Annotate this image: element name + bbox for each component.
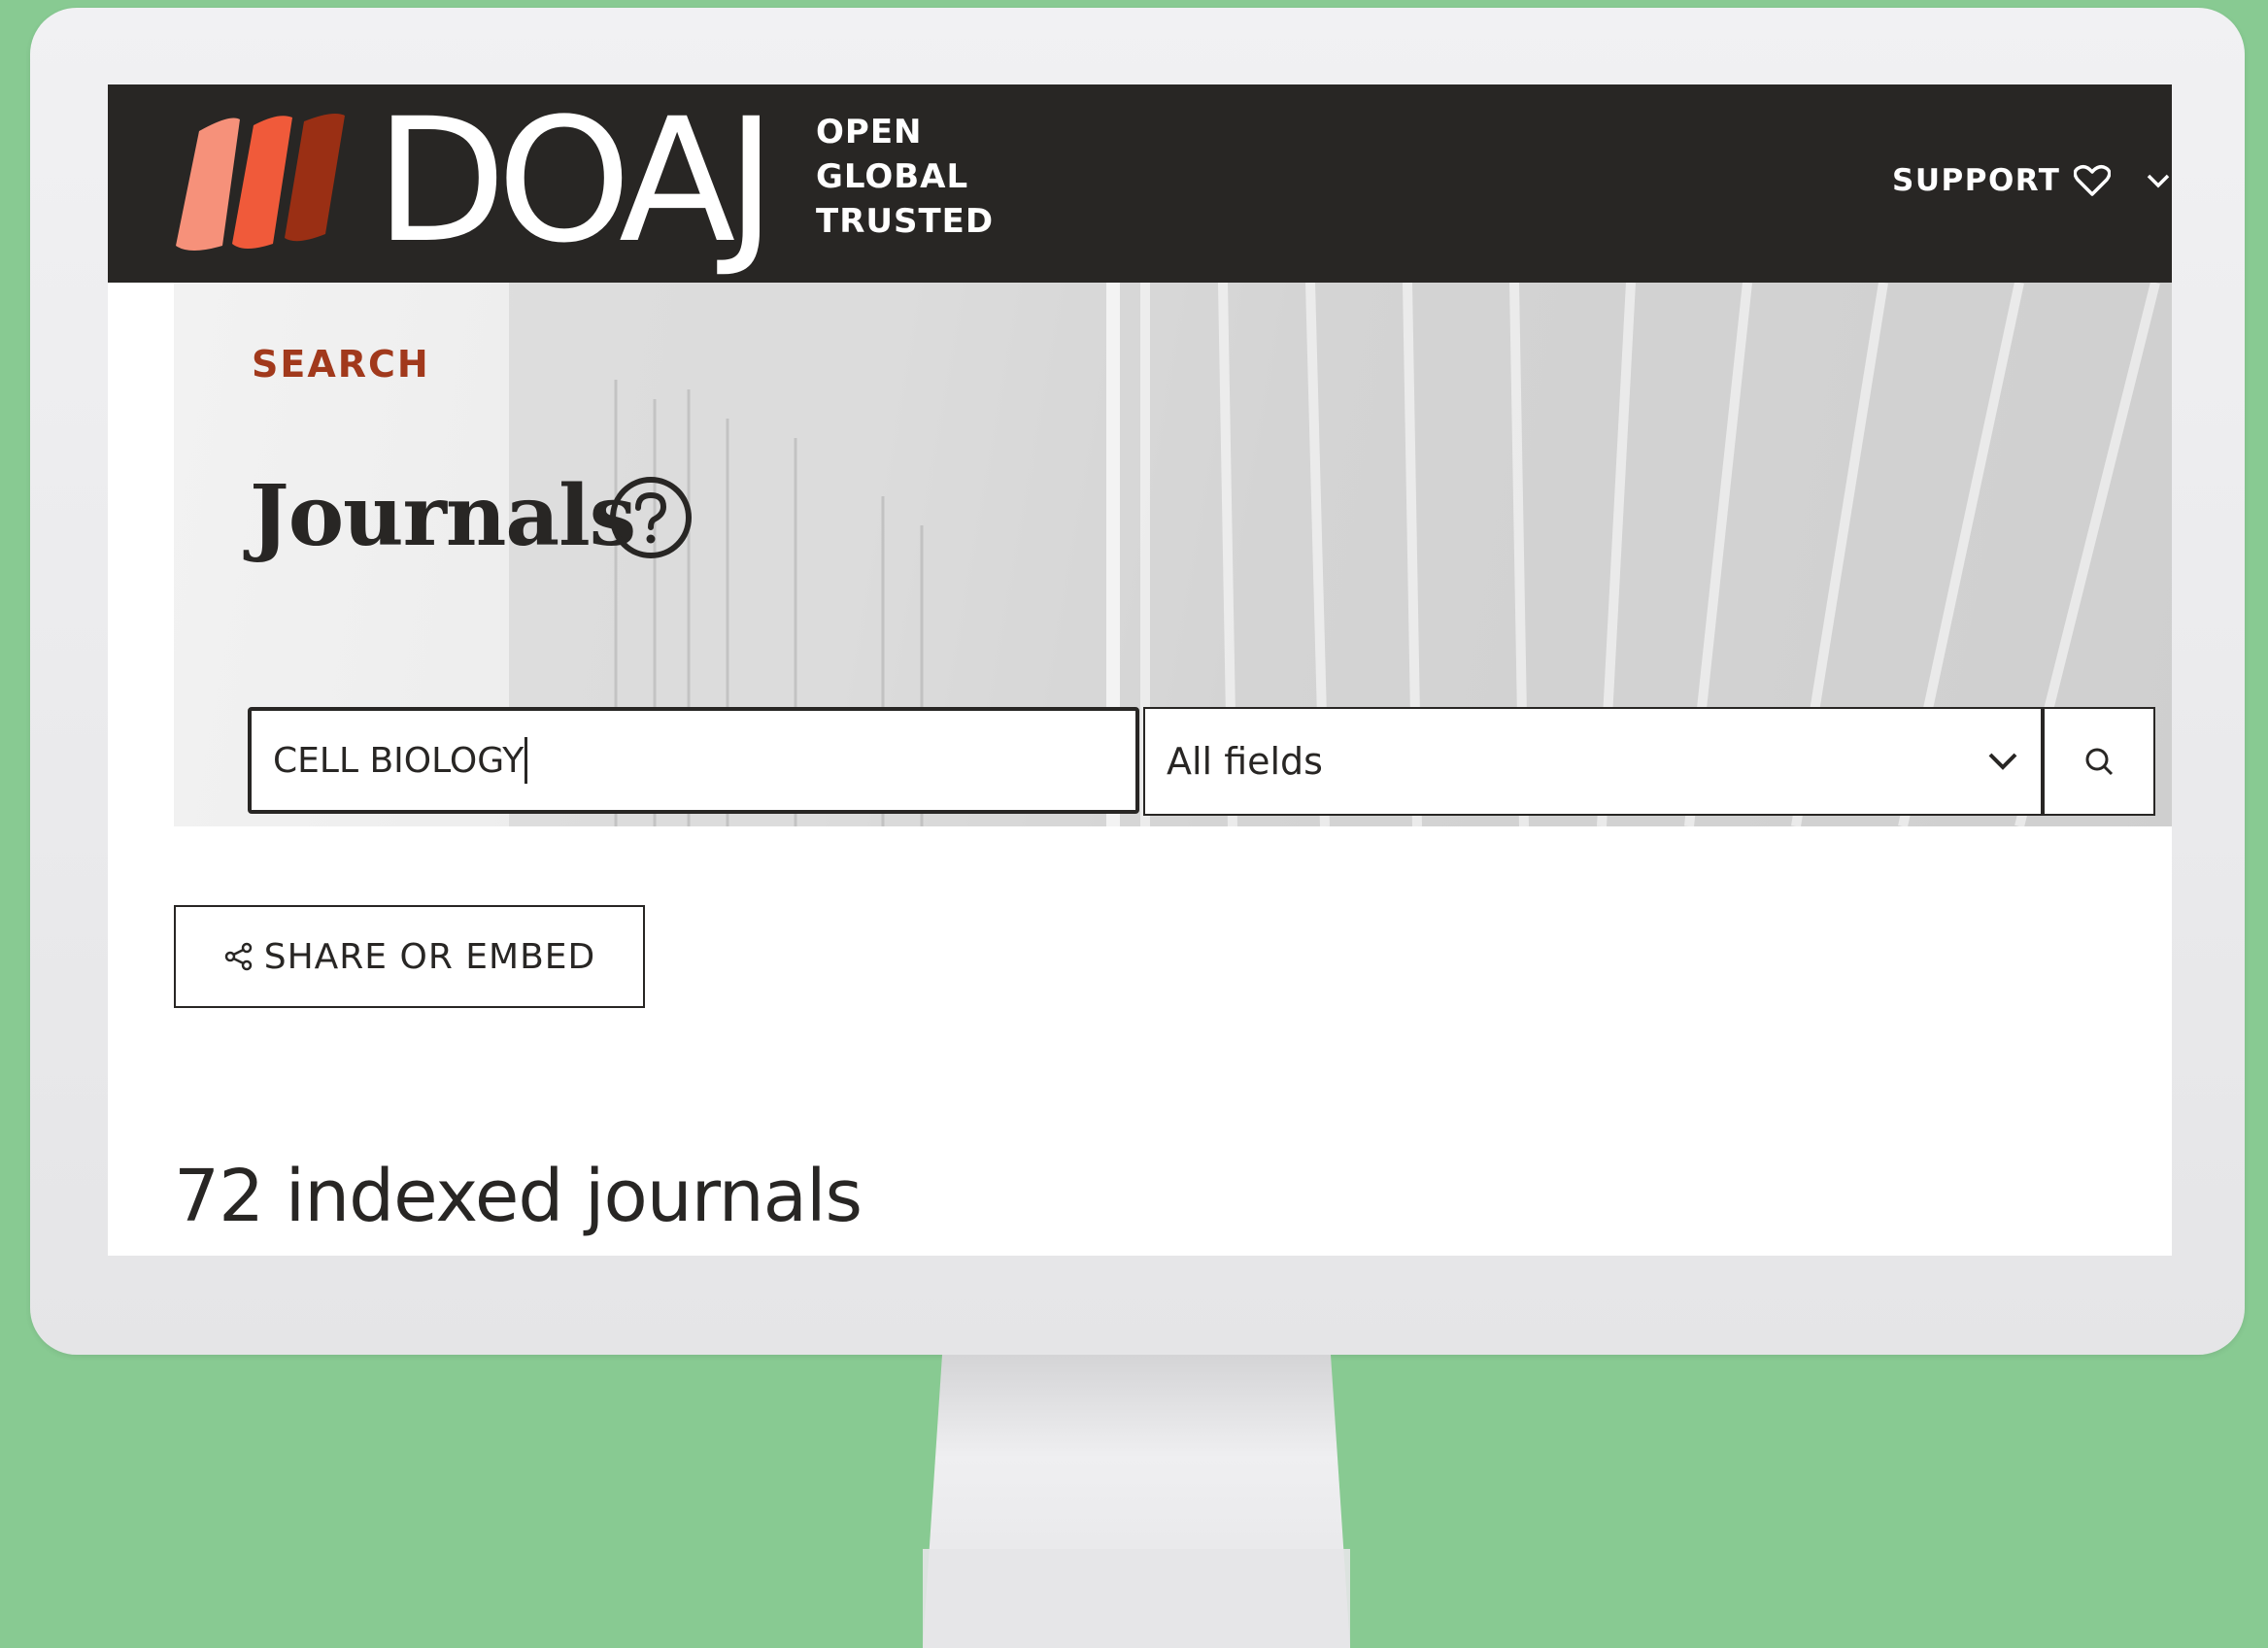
brand-tagline: OPEN GLOBAL TRUSTED [816,110,994,244]
browser-screen: DOAJ OPEN GLOBAL TRUSTED SUPPORT SEARCH … [108,84,2172,1256]
logo-leaves-icon[interactable] [172,110,347,255]
search-field-value: All fields [1167,740,1323,783]
share-embed-label: SHARE OR EMBED [263,936,596,977]
site-header: DOAJ OPEN GLOBAL TRUSTED SUPPORT [108,84,2172,283]
support-link[interactable]: SUPPORT [1892,156,2112,205]
question-circle-icon[interactable] [607,474,694,561]
search-input[interactable]: CELL BIOLOGY [248,707,1139,814]
search-icon [2085,748,2114,776]
tagline-line-1: OPEN [816,113,923,151]
tagline-line-2: GLOBAL [816,157,969,196]
brand-wordmark[interactable]: DOAJ [375,89,776,274]
chevron-down-icon [1988,753,2017,770]
page-title: Journals [250,467,636,565]
search-submit-button[interactable] [2042,707,2155,816]
section-label: SEARCH [252,343,430,386]
support-label: SUPPORT [1892,163,2061,198]
share-icon [224,942,252,971]
search-hero: SEARCH Journals CELL BIOLOGY All fields [174,283,2172,826]
results-count: 72 indexed journals [174,1155,863,1238]
search-field-select[interactable]: All fields [1143,707,2043,816]
tagline-line-3: TRUSTED [816,202,995,241]
share-embed-button[interactable]: SHARE OR EMBED [174,905,645,1008]
text-cursor [525,737,528,784]
heart-icon [2074,164,2112,196]
search-query-text: CELL BIOLOGY [273,740,525,781]
chevron-down-icon[interactable] [2145,166,2172,195]
monitor-stand [923,1355,1350,1648]
